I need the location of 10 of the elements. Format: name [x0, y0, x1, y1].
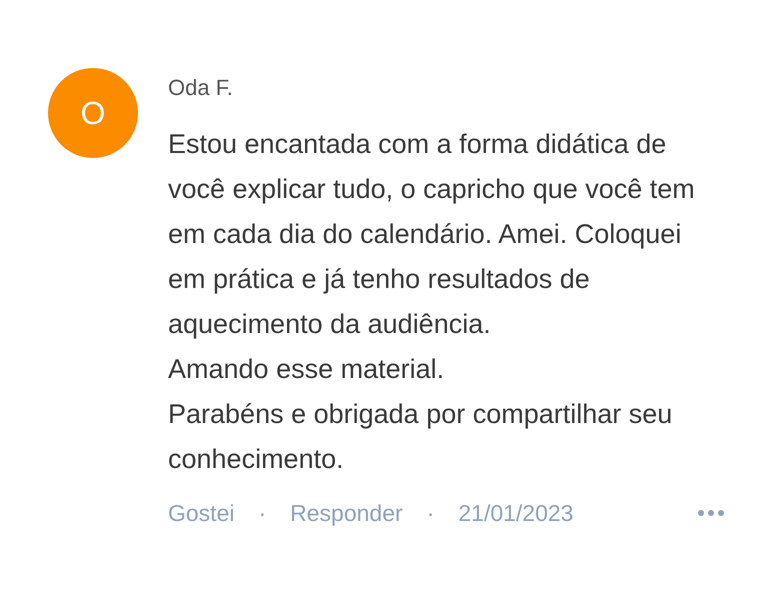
- comment-text: Amando esse material.: [168, 353, 446, 386]
- action-link[interactable]: Responder: [290, 496, 403, 530]
- separator-dot: ·: [258, 499, 266, 528]
- author-name: Oda F.: [168, 74, 234, 102]
- comment-date: 21/01/2023: [458, 499, 574, 528]
- comment-text: Estou encantada com a forma didática de você explicar tudo, o capricho que você tem em cada dia do calendário. Amei. Coloquei em prática e já tenho resultados de aquecimento da audiência.: [168, 128, 696, 341]
- comment-text: Parabéns e obrigada por compartilhar seu conhecimento.: [168, 398, 674, 476]
- avatar: O: [48, 68, 138, 158]
- separator-dot: ·: [426, 499, 434, 528]
- action-link[interactable]: Gostei: [168, 496, 234, 530]
